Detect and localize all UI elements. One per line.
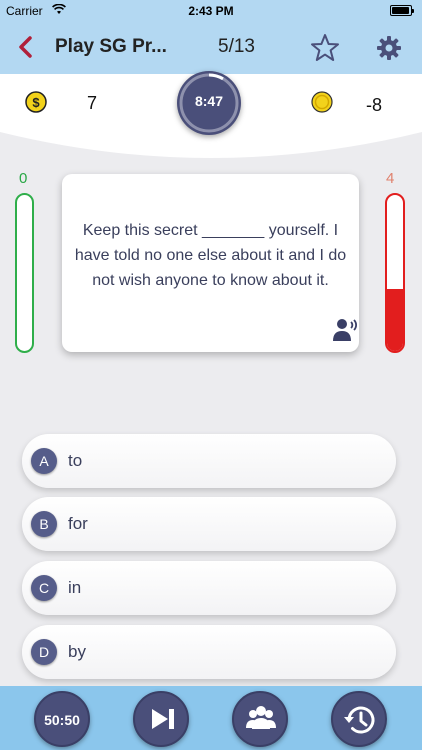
speak-person-icon[interactable] <box>332 317 358 345</box>
fifty-fifty-label: 50:50 <box>44 712 80 728</box>
correct-meter <box>15 193 34 353</box>
answer-option-a[interactable]: A to <box>22 434 396 488</box>
answer-option-d[interactable]: D by <box>22 625 396 679</box>
nav-bar: Play SG Pr... 5/13 <box>0 22 422 74</box>
answer-letter-badge: C <box>31 575 57 601</box>
skip-icon <box>152 709 174 729</box>
answer-option-b[interactable]: B for <box>22 497 396 551</box>
skip-button[interactable] <box>133 691 189 747</box>
svg-text:$: $ <box>32 95 40 110</box>
question-card: Keep this secret _______ yourself. I hav… <box>62 174 359 352</box>
countdown-timer: 8:47 <box>177 71 241 135</box>
answer-letter-badge: D <box>31 639 57 665</box>
answer-letter-badge: B <box>31 511 57 537</box>
wrong-meter <box>385 193 405 353</box>
fifty-fifty-button[interactable]: 50:50 <box>34 691 90 747</box>
group-icon <box>246 706 276 729</box>
question-text: Keep this secret _______ yourself. I hav… <box>74 222 347 289</box>
status-bar: Carrier 2:43 PM <box>0 0 422 22</box>
tokens-count: -8 <box>366 95 383 115</box>
score-panel: $ 7 8:47 -8 <box>0 71 422 164</box>
answer-text: for <box>68 514 88 533</box>
status-time: 2:43 PM <box>188 4 234 18</box>
coins-count: 7 <box>87 93 98 113</box>
lifeline-toolbar: 50:50 <box>0 686 422 750</box>
correct-count: 0 <box>19 170 28 187</box>
battery-icon <box>390 5 414 16</box>
dollar-coin-icon: $ <box>25 91 47 113</box>
back-chevron-icon[interactable] <box>14 34 40 60</box>
audience-button[interactable] <box>232 691 288 747</box>
gear-icon[interactable] <box>376 35 402 61</box>
history-clock-icon <box>344 706 375 734</box>
answer-text: to <box>68 451 83 470</box>
answer-letter-badge: A <box>31 448 57 474</box>
question-progress: 5/13 <box>218 36 255 57</box>
answer-text: in <box>68 578 82 597</box>
wrong-meter-fill <box>387 288 403 351</box>
star-icon[interactable] <box>310 33 340 63</box>
timer-text: 8:47 <box>194 93 224 109</box>
gold-token-icon <box>311 91 333 113</box>
wrong-count: 4 <box>386 170 395 187</box>
page-title: Play SG Pr... <box>55 36 167 57</box>
answer-text: by <box>68 642 86 661</box>
history-button[interactable] <box>331 691 387 747</box>
answer-option-c[interactable]: C in <box>22 561 396 615</box>
